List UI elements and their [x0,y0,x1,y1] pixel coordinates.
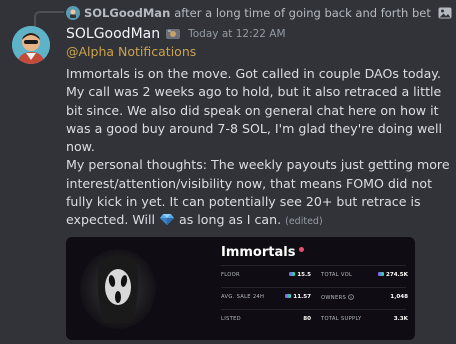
stat-total-supply-value: 3.3K [393,316,408,322]
role-mention[interactable]: @Alpha Notifications [66,44,196,59]
message-timestamp[interactable]: Today at 12:22 AM [188,28,285,40]
live-dot-icon [299,247,305,252]
message-header: SOLGoodMan Today at 12:22 AM [66,24,286,44]
collection-title: Immortals [221,245,305,260]
stat-floor-label: FLOOR [221,272,240,278]
paragraph-2-text-end: as long as I can. [175,212,282,228]
stat-listed: LISTED 80 [221,316,317,326]
stat-avg-sale-value: 11.57 [285,294,311,300]
gem-icon[interactable] [159,213,175,226]
ghostface-mask-image [80,249,156,329]
sol-icon [285,294,292,298]
author-name[interactable]: SOLGoodMan [66,26,160,42]
message-body: Immortals is on the move. Got called in … [66,65,450,232]
collection-name: Immortals [221,245,296,260]
stat-owners-value: 1,048 [390,294,408,300]
reply-preview[interactable]: after a long time of going back and fort… [174,6,434,20]
message-paragraph-2: My personal thoughts: The weekly payouts… [66,156,450,231]
role-badge-icon [166,29,181,39]
edited-label: (edited) [285,216,323,228]
stat-total-vol-value: 274.5K [377,272,408,278]
reply-connector [34,11,64,27]
stats-divider [221,287,406,288]
stat-listed-label: LISTED [221,316,241,322]
stat-listed-value: 80 [303,316,311,322]
stat-owners: OWNERS 1,048 [321,294,408,304]
stat-avg-sale-label: AVG. SALE 24H [221,294,265,300]
stat-owners-text: OWNERS [321,295,347,301]
stat-total-vol-label: TOTAL VOL [321,272,353,278]
message-paragraph-1: Immortals is on the move. Got called in … [66,66,443,155]
stat-floor: FLOOR 15.5 [221,272,317,282]
stat-floor-value: 15.5 [289,272,311,278]
avatar[interactable] [12,26,50,64]
info-icon [348,294,354,300]
image-attachment-icon [438,7,452,19]
stats-divider-top [221,265,406,266]
reply-avatar [66,6,80,20]
stat-total-vol-number: 274.5K [385,272,408,278]
stat-avg-sale: AVG. SALE 24H 11.57 [221,294,317,304]
stat-avg-sale-number: 11.57 [293,294,311,300]
reply-reference[interactable]: SOLGoodMan after a long time of going ba… [66,4,452,22]
stat-total-vol: TOTAL VOL 274.5K [321,272,408,282]
stat-owners-label: OWNERS [321,294,354,301]
stat-floor-number: 15.5 [297,272,311,278]
image-embed[interactable]: Immortals FLOOR 15.5 TOTAL VOL 274.5K AV… [66,237,415,340]
sol-icon [289,272,296,276]
stat-total-supply: TOTAL SUPPLY 3.3K [321,316,408,326]
stats-divider [221,309,406,310]
stat-total-supply-label: TOTAL SUPPLY [321,316,362,322]
sol-icon [377,272,384,276]
reply-author[interactable]: SOLGoodMan [84,6,170,20]
